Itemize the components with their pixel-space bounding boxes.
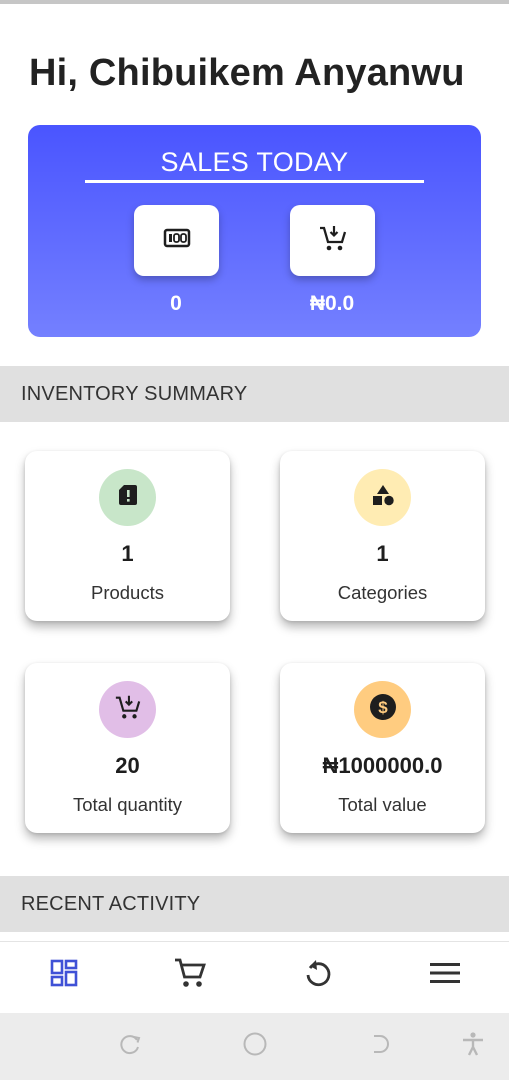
dashboard-icon <box>49 958 79 993</box>
inventory-summary-header: INVENTORY SUMMARY <box>0 366 509 422</box>
back-icon <box>367 1032 391 1061</box>
sales-amount-button[interactable] <box>290 205 375 276</box>
sim-card-alert-icon <box>117 483 139 512</box>
nav-sales-button[interactable] <box>168 953 212 997</box>
recents-icon <box>118 1032 142 1061</box>
total-quantity-card[interactable]: 20 Total quantity <box>25 663 230 833</box>
total-value-icon-circle: $ <box>354 681 411 738</box>
system-back-button[interactable] <box>364 1031 394 1061</box>
recent-activity-header: RECENT ACTIVITY <box>0 876 509 932</box>
menu-icon <box>429 961 461 990</box>
home-icon <box>242 1031 268 1062</box>
system-home-button[interactable] <box>240 1031 270 1061</box>
inventory-summary-title: INVENTORY SUMMARY <box>21 383 248 405</box>
products-card[interactable]: 1 Products <box>25 451 230 621</box>
total-quantity-icon-circle <box>99 681 156 738</box>
total-value-amount: ₦1000000.0 <box>322 753 443 778</box>
svg-text:$: $ <box>378 698 388 717</box>
refresh-icon <box>302 957 334 994</box>
system-recents-button[interactable] <box>115 1031 145 1061</box>
sales-today-underline <box>85 180 424 183</box>
total-quantity-label: Total quantity <box>72 794 182 815</box>
products-label: Products <box>90 582 164 603</box>
total-value-card[interactable]: $ ₦1000000.0 Total value <box>280 663 485 833</box>
system-accessibility-button[interactable] <box>458 1031 488 1061</box>
sales-today-title: SALES TODAY <box>160 147 349 177</box>
receipt-counter-icon <box>163 227 191 254</box>
shapes-category-icon <box>370 483 396 512</box>
sales-amount-value: ₦0.0 <box>309 292 355 315</box>
sales-count-button[interactable] <box>134 205 219 276</box>
nav-menu-button[interactable] <box>423 953 467 997</box>
categories-count: 1 <box>376 541 389 566</box>
products-count: 1 <box>121 541 134 566</box>
nav-history-button[interactable] <box>296 953 340 997</box>
dollar-coin-icon: $ <box>369 693 397 726</box>
page-title: Hi, Chibuikem Anyanwu <box>29 52 465 94</box>
sales-today-card: SALES TODAY 0 ₦0.0 <box>28 125 481 337</box>
products-icon-circle <box>99 469 156 526</box>
status-bar-edge <box>0 0 509 4</box>
categories-label: Categories <box>337 582 428 603</box>
bottom-nav-divider <box>0 941 509 942</box>
sales-count-value: 0 <box>170 292 182 315</box>
nav-dashboard-button[interactable] <box>42 953 86 997</box>
cart-down-icon <box>318 223 348 258</box>
recent-activity-title: RECENT ACTIVITY <box>21 893 201 915</box>
cart-down-icon <box>114 693 142 726</box>
shopping-cart-icon <box>173 956 207 995</box>
total-quantity-value: 20 <box>115 753 140 778</box>
accessibility-icon <box>460 1031 486 1062</box>
categories-icon-circle <box>354 469 411 526</box>
categories-card[interactable]: 1 Categories <box>280 451 485 621</box>
total-value-label: Total value <box>338 794 427 815</box>
